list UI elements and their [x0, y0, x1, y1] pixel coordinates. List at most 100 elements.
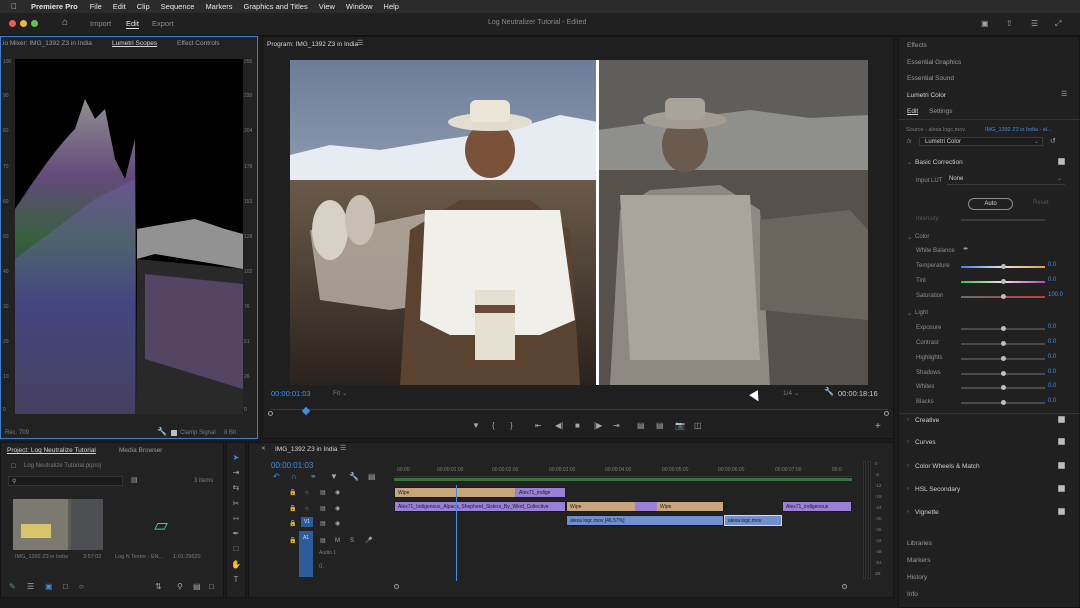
- whites-slider[interactable]: [961, 385, 1045, 390]
- ripple-edit-icon[interactable]: ⇆: [231, 483, 241, 493]
- highlights-value[interactable]: 0.0: [1048, 354, 1056, 360]
- lift-icon[interactable]: ▤: [637, 422, 645, 430]
- close-window-button[interactable]: [9, 20, 16, 27]
- tab-sequence[interactable]: IMG_1392 Z3 in India: [275, 446, 338, 453]
- sync-icon[interactable]: ▤: [320, 537, 326, 545]
- menu-icon[interactable]: ☰: [1031, 20, 1038, 28]
- program-scrub-bar[interactable]: [268, 406, 889, 417]
- zoom-slider-icon[interactable]: ○: [79, 583, 84, 591]
- menu-help[interactable]: Help: [384, 2, 399, 11]
- section-curves[interactable]: Curves: [915, 439, 936, 446]
- chevron-down-icon[interactable]: ⌄: [907, 310, 912, 317]
- chevron-down-icon[interactable]: ⌄: [907, 159, 912, 166]
- home-icon[interactable]: ⌂: [62, 18, 68, 28]
- chevron-down-icon[interactable]: ⌄: [907, 234, 912, 241]
- auto-button[interactable]: Auto: [968, 198, 1013, 210]
- sync-icon[interactable]: ▤: [320, 489, 326, 497]
- track-target-icon[interactable]: ○: [305, 505, 309, 513]
- new-bin-icon-bottom[interactable]: ▤: [193, 583, 201, 591]
- playhead-marker[interactable]: [301, 406, 311, 416]
- track-select-icon[interactable]: ⇥: [231, 468, 241, 478]
- section-basic-correction[interactable]: Basic Correction: [915, 159, 963, 166]
- exposure-slider[interactable]: [961, 326, 1045, 331]
- clip-alex71-main[interactable]: Alex71_Indigenous_Alpaca_Shepherd_Sister…: [394, 501, 566, 512]
- color-group-label[interactable]: Color: [915, 234, 929, 240]
- nav-export[interactable]: Export: [152, 19, 174, 28]
- mute-icon[interactable]: M: [335, 537, 340, 545]
- chevron-right-icon[interactable]: ›: [907, 439, 909, 445]
- eye-icon[interactable]: ◉: [335, 520, 340, 528]
- chevron-right-icon[interactable]: ›: [907, 417, 909, 423]
- menu-view[interactable]: View: [319, 2, 335, 11]
- sort-icon[interactable]: ⇅: [155, 583, 162, 591]
- selection-tool-icon[interactable]: ➤: [231, 453, 241, 463]
- lock-icon[interactable]: 🔒: [289, 537, 296, 545]
- lock-icon[interactable]: 🔒: [289, 505, 296, 513]
- tab-edit[interactable]: Edit: [907, 108, 918, 115]
- tab-lumetri-scopes[interactable]: Lumetri Scopes: [112, 40, 157, 47]
- lock-icon[interactable]: 🔒: [289, 489, 296, 497]
- rectangle-tool-icon[interactable]: □: [231, 544, 241, 554]
- clamp-signal-checkbox[interactable]: [171, 430, 177, 436]
- panel-effects[interactable]: Effects: [907, 42, 927, 49]
- snap-icon[interactable]: ∩: [291, 473, 297, 481]
- light-group-label[interactable]: Light: [915, 310, 928, 316]
- add-marker-icon[interactable]: ▼: [472, 422, 480, 430]
- step-back-icon[interactable]: ◀|: [555, 422, 563, 430]
- blacks-slider[interactable]: [961, 400, 1045, 405]
- color-wheels-checkbox[interactable]: [1058, 462, 1065, 469]
- section-vignette[interactable]: Vignette: [915, 509, 939, 516]
- panel-essential-sound[interactable]: Essential Sound: [907, 75, 954, 82]
- tab-audio-mixer[interactable]: io Mixer: IMG_1392 Z3 in India: [3, 40, 92, 47]
- highlights-slider[interactable]: [961, 356, 1045, 361]
- reset-button[interactable]: Reset: [1033, 200, 1049, 206]
- captions-icon[interactable]: ▤: [368, 473, 376, 481]
- work-area-bar[interactable]: [394, 478, 852, 481]
- hand-tool-icon[interactable]: ✋: [231, 560, 241, 570]
- timeline-scrollbar[interactable]: [394, 584, 852, 590]
- reset-effect-icon[interactable]: ↺: [1050, 138, 1056, 146]
- intensity-slider[interactable]: [961, 219, 1045, 221]
- panel-menu-icon[interactable]: ☰: [357, 40, 363, 48]
- close-sequence-icon[interactable]: ✕: [261, 446, 266, 452]
- tab-settings[interactable]: Settings: [929, 108, 953, 115]
- panel-history[interactable]: History: [907, 574, 927, 581]
- shadows-slider[interactable]: [961, 371, 1045, 376]
- menu-clip[interactable]: Clip: [137, 2, 150, 11]
- type-tool-icon[interactable]: T: [231, 575, 241, 585]
- settings-wrench-icon[interactable]: 🔧: [824, 388, 834, 396]
- timeline-timecode[interactable]: 00:00:01:03: [271, 461, 313, 470]
- clip-alex71-top[interactable]: Wipe Alex71_indige: [394, 487, 566, 498]
- minimize-window-button[interactable]: [20, 20, 27, 27]
- panel-info[interactable]: Info: [907, 591, 918, 598]
- nav-import[interactable]: Import: [90, 19, 111, 28]
- program-monitor-title[interactable]: Program: IMG_1392 Z3 in India: [267, 41, 358, 48]
- clip-wipe-2[interactable]: Wipe: [567, 502, 635, 511]
- add-marker-timeline-icon[interactable]: ▼: [330, 473, 338, 481]
- go-to-in-icon[interactable]: ⇤: [535, 422, 542, 430]
- step-forward-icon[interactable]: |▶: [594, 422, 602, 430]
- microphone-icon[interactable]: 🎤: [365, 537, 372, 545]
- fullscreen-icon[interactable]: ⤢: [1055, 20, 1061, 28]
- solo-icon[interactable]: S: [350, 537, 354, 545]
- nest-icon[interactable]: ↶: [273, 473, 280, 481]
- timeline-playhead[interactable]: [456, 485, 457, 581]
- clip-wipe-3[interactable]: Wipe: [657, 502, 723, 511]
- bit-depth-select[interactable]: 8 Bit: [224, 430, 236, 436]
- razor-tool-icon[interactable]: ✂: [231, 499, 241, 509]
- zoom-window-button[interactable]: [31, 20, 38, 27]
- shadows-value[interactable]: 0.0: [1048, 369, 1056, 375]
- saturation-slider[interactable]: [961, 294, 1045, 299]
- contrast-value[interactable]: 0.0: [1048, 339, 1056, 345]
- tab-effect-controls[interactable]: Effect Controls: [177, 40, 220, 47]
- pen-tool-icon[interactable]: ✒: [231, 529, 241, 539]
- workspace-icon[interactable]: ▣: [981, 20, 989, 28]
- panel-essential-graphics[interactable]: Essential Graphics: [907, 59, 961, 66]
- program-timecode[interactable]: 00:00:01:03: [271, 389, 311, 398]
- clip-alexa-log-2[interactable]: alexa logc.mov: [724, 515, 782, 526]
- menu-sequence[interactable]: Sequence: [161, 2, 195, 11]
- sync-icon[interactable]: ▤: [320, 505, 326, 513]
- add-button-icon[interactable]: +: [875, 422, 881, 432]
- project-search-input[interactable]: ⚲: [8, 476, 123, 486]
- clip-thumbnail-1[interactable]: [13, 499, 103, 550]
